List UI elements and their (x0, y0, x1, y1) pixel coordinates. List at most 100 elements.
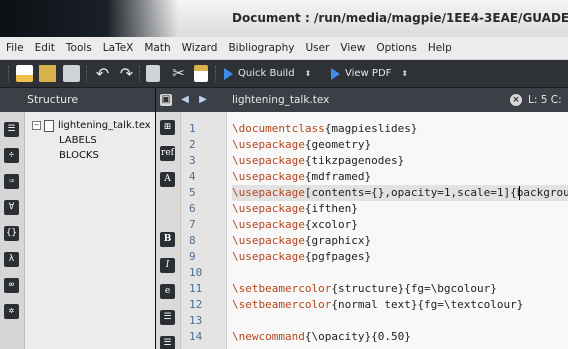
code-line[interactable]: \documentclass{magpieslides} (232, 121, 568, 137)
text-cursor (519, 186, 520, 200)
structure-panel-title: Structure (0, 88, 155, 112)
collapse-icon[interactable]: − (32, 121, 41, 130)
line-number: 4 (189, 170, 196, 183)
code-line[interactable]: \usepackage{ifthen} (232, 201, 568, 217)
menu-help[interactable]: Help (428, 42, 452, 54)
line-number: 13 (189, 314, 203, 327)
insert-part-icon[interactable]: ⊞ (160, 120, 175, 135)
view-pdf-combo[interactable]: View PDF ⬍ (331, 66, 408, 81)
align-center-icon[interactable]: ☰ (160, 336, 175, 349)
menu-tools[interactable]: Tools (66, 42, 92, 54)
menu-bibliography[interactable]: Bibliography (228, 42, 294, 54)
code-line[interactable]: \usepackage{geometry} (232, 137, 568, 153)
latex-argument: {geometry} (304, 138, 372, 151)
paste-icon[interactable] (194, 65, 208, 82)
tab-filename[interactable]: lightening_talk.tex (232, 94, 329, 106)
insert-ref-icon[interactable]: ref (160, 146, 175, 161)
latex-argument: {xcolor} (304, 218, 358, 231)
arrow-symbols-icon[interactable]: ⇒ (4, 174, 19, 189)
next-tab-icon[interactable]: ▶ (197, 94, 209, 106)
structure-icon[interactable]: ☰ (4, 122, 19, 137)
italic-icon[interactable]: I (160, 258, 175, 273)
copy-icon[interactable] (146, 65, 160, 82)
infinity-symbols-icon[interactable]: ∞ (4, 278, 19, 293)
menu-math[interactable]: Math (144, 42, 170, 54)
code-line[interactable]: \setbeamercolor{normal text}{fg=\textcol… (232, 297, 568, 313)
line-number: 2 (189, 138, 196, 151)
line-number: 8 (189, 234, 196, 247)
view-pdf-label: View PDF (345, 68, 392, 79)
menu-user[interactable]: User (305, 42, 329, 54)
texstudio-window: Document : /run/media/magpie/1EE4-3EAE/G… (0, 0, 568, 349)
line-number-gutter: 1 2 3 4 5 6 7 8 9 10 11 12 13 14 (181, 112, 227, 349)
code-line[interactable]: \usepackage{mdframed} (232, 169, 568, 185)
code-line[interactable]: \usepackage{tikzpagenodes} (232, 153, 568, 169)
current-code-line[interactable]: \usepackage[contents={},opacity=1,scale=… (232, 185, 568, 201)
line-number: 10 (189, 266, 203, 279)
code-line[interactable]: \newcommand{\opacity}{0.50} (232, 329, 568, 345)
open-folder-icon[interactable] (39, 65, 56, 82)
latex-command: \usepackage (232, 234, 305, 247)
redo-icon[interactable]: ↷ (118, 65, 135, 82)
line-number: 6 (189, 202, 196, 215)
special-symbols-icon[interactable]: ✲ (4, 304, 19, 319)
window-title: Document : /run/media/magpie/1EE4-3EAE/G… (232, 11, 568, 25)
build-arrow-icon (224, 67, 233, 80)
code-line[interactable] (232, 313, 568, 329)
toolbar-separator (215, 66, 218, 82)
latex-command: \usepackage (232, 170, 305, 183)
structure-panel: Structure ☰ ÷ ⇒ ∀ {} λ ∞ ✲ − lightening_… (0, 88, 155, 349)
latex-argument: [contents={},opacity=1,scale=1]{backgrou… (304, 186, 568, 199)
latex-argument: {\opacity}{0.50} (304, 330, 411, 343)
toolbar-separator (139, 66, 142, 82)
latex-command: \setbeamercolor (232, 282, 332, 295)
format-toolbar: ⊞ ref A B I e ☰ ☰ (156, 112, 181, 349)
tree-item-blocks[interactable]: BLOCKS (32, 148, 151, 163)
menu-latex[interactable]: LaTeX (103, 42, 134, 54)
bold-icon[interactable]: B (160, 232, 175, 247)
code-line[interactable] (232, 265, 568, 281)
editor-tab-bar: ▣ ◀ ▶ lightening_talk.tex × L: 5 C: (156, 88, 568, 112)
emphasis-icon[interactable]: e (160, 284, 175, 299)
tree-root-label: lightening_talk.tex (58, 120, 151, 131)
relation-symbols-icon[interactable]: ÷ (4, 148, 19, 163)
latex-argument: {tikzpagenodes} (304, 154, 405, 167)
cursor-position-status: L: 5 C: (528, 94, 562, 106)
code-line[interactable]: \usepackage{pgfpages} (232, 249, 568, 265)
menu-edit[interactable]: Edit (35, 42, 55, 54)
tree-item-labels[interactable]: LABELS (32, 133, 151, 148)
undo-icon[interactable]: ↶ (94, 65, 111, 82)
structure-tree: − lightening_talk.tex LABELS BLOCKS (32, 118, 151, 163)
line-number: 1 (189, 122, 196, 135)
tree-item-label: LABELS (59, 135, 97, 146)
tree-item-label: BLOCKS (59, 150, 99, 161)
line-number: 9 (189, 250, 196, 263)
cut-icon[interactable]: ✂ (170, 65, 187, 82)
greek-letters-icon[interactable]: λ (4, 252, 19, 267)
latex-command: \usepackage (232, 186, 305, 199)
quick-build-combo[interactable]: Quick Build ⬍ (224, 66, 311, 81)
title-bar: Document : /run/media/magpie/1EE4-3EAE/G… (0, 0, 568, 37)
tab-list-icon[interactable]: ▣ (160, 94, 172, 106)
insert-label-icon[interactable]: A (160, 172, 175, 187)
delimiters-icon[interactable]: {} (4, 226, 19, 241)
quick-build-label: Quick Build (238, 68, 295, 79)
new-file-icon[interactable] (16, 65, 33, 82)
latex-command: \usepackage (232, 202, 305, 215)
line-number: 5 (189, 186, 196, 199)
line-number: 3 (189, 154, 196, 167)
code-line[interactable]: \usepackage{graphicx} (232, 233, 568, 249)
menu-options[interactable]: Options (376, 42, 417, 54)
misc-symbols-icon[interactable]: ∀ (4, 200, 19, 215)
code-line[interactable]: \usepackage{xcolor} (232, 217, 568, 233)
code-line[interactable]: \setbeamercolor{structure}{fg=\bgcolour} (232, 281, 568, 297)
align-left-icon[interactable]: ☰ (160, 310, 175, 325)
save-icon[interactable] (63, 65, 80, 82)
close-icon[interactable]: × (510, 94, 522, 106)
menu-view[interactable]: View (340, 42, 365, 54)
menu-file[interactable]: File (6, 42, 24, 54)
code-editor[interactable]: \documentclass{magpieslides} \usepackage… (227, 112, 568, 349)
previous-tab-icon[interactable]: ◀ (179, 94, 191, 106)
menu-wizard[interactable]: Wizard (182, 42, 218, 54)
tree-root-file[interactable]: − lightening_talk.tex (32, 118, 151, 133)
